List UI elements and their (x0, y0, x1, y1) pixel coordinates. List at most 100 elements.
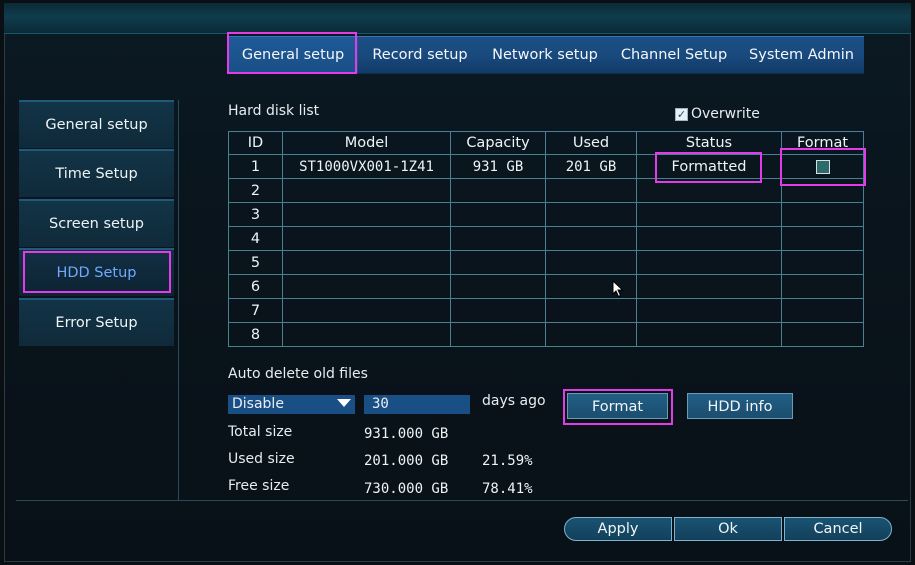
apply-button[interactable]: Apply (564, 517, 672, 541)
cell-model (282, 250, 451, 275)
cell-format (781, 322, 864, 347)
cell-id: 4 (228, 226, 283, 251)
overwrite-checkbox[interactable]: ✓ (675, 108, 688, 121)
mouse-cursor-icon (612, 280, 624, 298)
cell-id: 6 (228, 274, 283, 299)
cell-format (781, 274, 864, 299)
tab-network-setup[interactable]: Network setup (485, 37, 605, 73)
cell-status (636, 298, 782, 323)
dropdown-arrow-icon (337, 399, 351, 407)
vertical-divider (178, 100, 179, 500)
days-ago-label: days ago (482, 393, 546, 409)
table-row[interactable]: 8 (228, 322, 864, 347)
table-row[interactable]: 6 (228, 274, 864, 299)
cell-status (636, 250, 782, 275)
cell-model (282, 178, 451, 203)
sidebar-item-time-setup[interactable]: Time Setup (19, 149, 174, 197)
used-size-value: 201.000 GB (364, 453, 449, 469)
cell-format (781, 298, 864, 323)
cell-capacity (450, 274, 546, 299)
tab-general-setup[interactable]: General setup (228, 37, 358, 73)
free-size-label: Free size (228, 478, 290, 494)
auto-delete-select-value: Disable (232, 396, 284, 412)
table-row[interactable]: 1 ST1000VX001-1Z41 931 GB 201 GB Formatt… (228, 154, 864, 179)
used-size-percent: 21.59% (482, 453, 533, 469)
cell-format (781, 202, 864, 227)
hdd-info-button[interactable]: HDD info (687, 393, 793, 419)
hdd-list-title: Hard disk list (228, 103, 320, 119)
cell-id: 8 (228, 322, 283, 347)
cell-status: Formatted (636, 154, 782, 179)
cell-capacity: 931 GB (450, 154, 546, 179)
cell-id: 7 (228, 298, 283, 323)
table-row[interactable]: 7 (228, 298, 864, 323)
cell-status (636, 202, 782, 227)
cell-status (636, 178, 782, 203)
cell-status (636, 226, 782, 251)
cell-used (545, 298, 637, 323)
cell-used: 201 GB (545, 154, 637, 179)
cell-format (781, 178, 864, 203)
sidebar-item-error-setup[interactable]: Error Setup (19, 298, 174, 346)
sidebar-item-screen-setup[interactable]: Screen setup (19, 199, 174, 247)
overwrite-label: Overwrite (691, 106, 760, 122)
sidebar-item-general-setup[interactable]: General setup (19, 100, 174, 148)
auto-delete-label: Auto delete old files (228, 366, 368, 382)
cell-used (545, 178, 637, 203)
tab-channel-setup[interactable]: Channel Setup (614, 37, 734, 73)
cell-capacity (450, 202, 546, 227)
column-header-model: Model (282, 131, 451, 155)
cell-id: 2 (228, 178, 283, 203)
column-header-used: Used (545, 131, 637, 155)
cell-capacity (450, 322, 546, 347)
tab-system-admin[interactable]: System Admin (742, 37, 861, 73)
days-input[interactable]: 30 (364, 395, 470, 414)
cancel-button[interactable]: Cancel (784, 517, 892, 541)
cell-id: 1 (228, 154, 283, 179)
column-header-capacity: Capacity (450, 131, 546, 155)
cell-status (636, 274, 782, 299)
column-header-status: Status (636, 131, 782, 155)
cell-capacity (450, 178, 546, 203)
sidebar-item-hdd-setup[interactable]: HDD Setup (19, 248, 174, 296)
check-icon: ✓ (676, 108, 687, 121)
total-size-value: 931.000 GB (364, 426, 449, 442)
column-header-format: Format (781, 131, 864, 155)
column-header-id: ID (228, 131, 283, 155)
top-tab-bar: General setup Record setup Network setup… (228, 36, 864, 74)
cell-used (545, 250, 637, 275)
cell-used (545, 322, 637, 347)
table-row[interactable]: 4 (228, 226, 864, 251)
table-header-row: ID Model Capacity Used Status Format (228, 131, 864, 155)
cell-used (545, 226, 637, 251)
cell-model (282, 322, 451, 347)
cell-format (781, 226, 864, 251)
free-size-value: 730.000 GB (364, 481, 449, 497)
auto-delete-select[interactable]: Disable (228, 395, 355, 414)
cell-format (781, 250, 864, 275)
cell-id: 5 (228, 250, 283, 275)
format-checkbox[interactable] (815, 159, 830, 174)
cell-status (636, 322, 782, 347)
tab-record-setup[interactable]: Record setup (361, 37, 479, 73)
total-size-label: Total size (228, 424, 293, 440)
table-row[interactable]: 2 (228, 178, 864, 203)
horizontal-divider (16, 500, 908, 501)
cell-format[interactable] (781, 154, 864, 179)
title-bar (4, 3, 911, 34)
cell-model (282, 274, 451, 299)
cell-model (282, 226, 451, 251)
table-row[interactable]: 3 (228, 202, 864, 227)
cell-capacity (450, 250, 546, 275)
cell-id: 3 (228, 202, 283, 227)
cell-model (282, 298, 451, 323)
used-size-label: Used size (228, 451, 295, 467)
format-button[interactable]: Format (567, 393, 668, 419)
hdd-table: ID Model Capacity Used Status Format 1 S… (228, 131, 864, 347)
free-size-percent: 78.41% (482, 481, 533, 497)
table-row[interactable]: 5 (228, 250, 864, 275)
ok-button[interactable]: Ok (674, 517, 782, 541)
cell-capacity (450, 226, 546, 251)
cell-model (282, 202, 451, 227)
cell-used (545, 202, 637, 227)
